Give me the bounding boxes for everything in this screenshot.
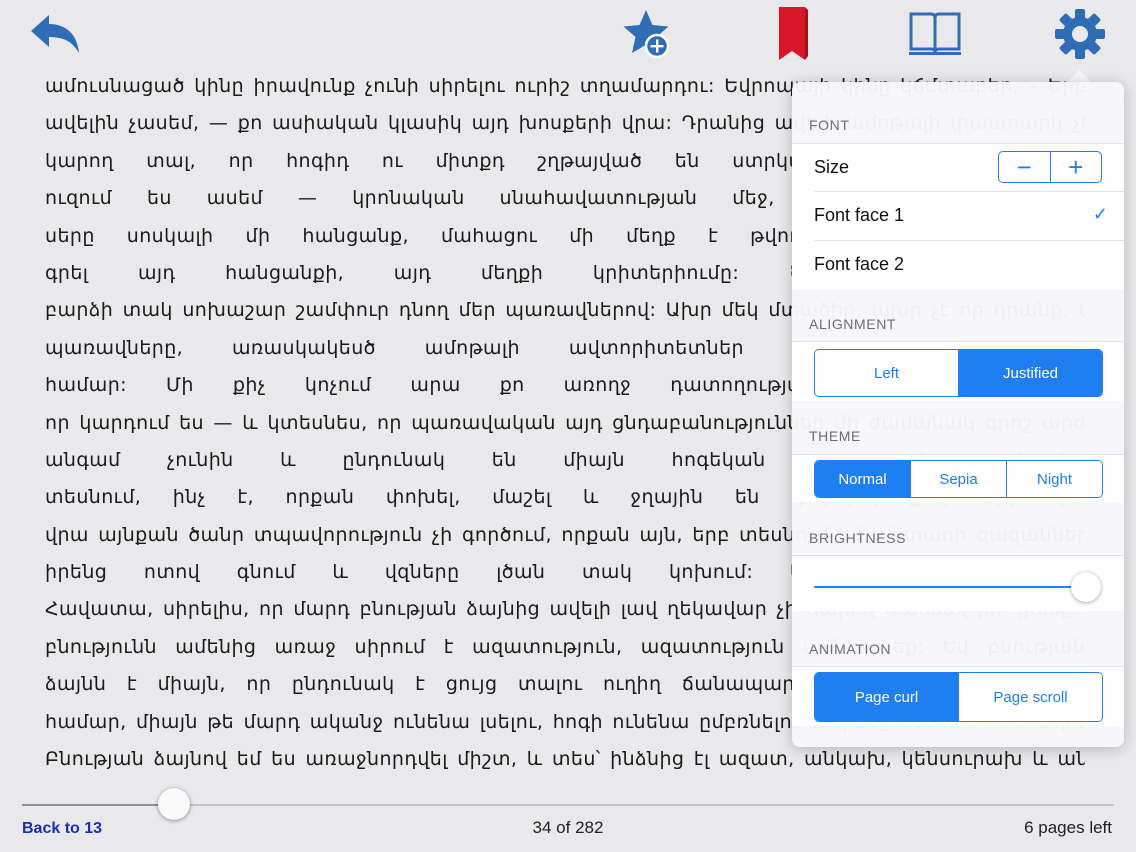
font-face-2-row[interactable]: Font face 2	[792, 241, 1124, 290]
theme-segmented-control[interactable]: Normal Sepia Night	[814, 460, 1103, 498]
alignment-row: Left Justified	[792, 341, 1124, 401]
font-face-2-label: Font face 2	[814, 254, 905, 274]
page-slider-knob[interactable]	[157, 788, 190, 820]
animation-segmented-control[interactable]: Page curl Page scroll	[814, 672, 1103, 722]
page-count: 34 of 282	[532, 818, 604, 837]
checkmark-icon: ✓	[1092, 204, 1108, 224]
back-arrow-icon[interactable]	[27, 6, 83, 62]
theme-night-option[interactable]: Night	[1006, 461, 1102, 497]
brightness-row	[792, 555, 1124, 611]
increase-size-button[interactable]: +	[1051, 152, 1102, 182]
page-slider-fill	[22, 804, 174, 806]
theme-normal-option[interactable]: Normal	[815, 461, 910, 497]
brightness-slider-track[interactable]	[814, 586, 1086, 588]
anim-page-curl-option[interactable]: Page curl	[815, 673, 958, 721]
alignment-segmented-control[interactable]: Left Justified	[814, 349, 1103, 397]
align-left-option[interactable]: Left	[815, 350, 958, 396]
theme-sepia-option[interactable]: Sepia	[910, 461, 1006, 497]
brightness-slider-knob[interactable]	[1071, 572, 1101, 602]
theme-row: Normal Sepia Night	[792, 454, 1124, 502]
decrease-size-button[interactable]: −	[999, 152, 1051, 182]
settings-popover: FONT Size − + Font face 1 ✓ Font face 2 …	[792, 82, 1124, 747]
size-row: Size − +	[792, 143, 1124, 192]
anim-page-scroll-option[interactable]: Page scroll	[958, 673, 1102, 721]
font-face-1-row[interactable]: Font face 1 ✓	[792, 192, 1124, 241]
font-face-1-label: Font face 1	[814, 205, 905, 225]
pages-left: 6 pages left	[1024, 818, 1112, 837]
toolbar	[0, 0, 1136, 66]
gear-icon[interactable]	[1052, 6, 1108, 62]
animation-row: Page curl Page scroll	[792, 666, 1124, 726]
book-icon[interactable]	[907, 6, 963, 62]
size-label: Size	[814, 157, 850, 177]
font-size-stepper[interactable]: − +	[998, 151, 1102, 183]
align-justified-option[interactable]: Justified	[958, 350, 1102, 396]
star-add-icon[interactable]	[620, 6, 676, 62]
bookmark-icon[interactable]	[764, 6, 820, 62]
